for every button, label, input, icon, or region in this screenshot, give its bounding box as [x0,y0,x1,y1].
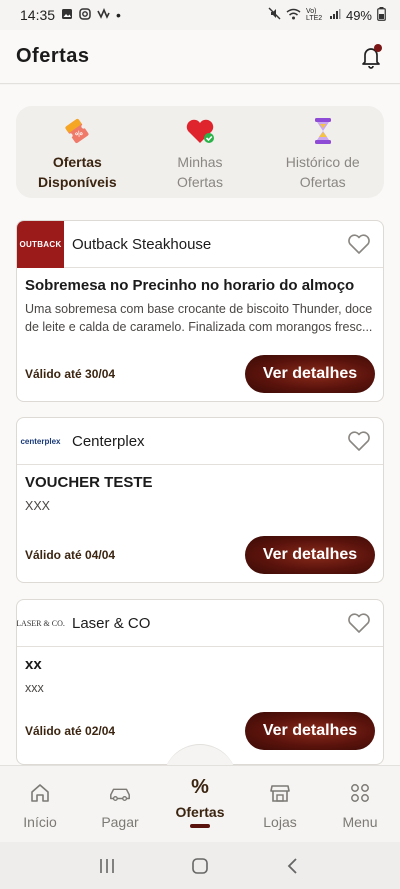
nav-label: Pagar [101,814,139,830]
offer-card[interactable]: OUTBACK Outback Steakhouse Sobremesa no … [16,220,384,402]
offers-content: % Ofertas Disponíveis Minhas Ofertas His… [0,85,400,765]
store-logo: centerplex [17,418,64,465]
nav-label: Menu [342,814,378,830]
back-button[interactable] [281,854,305,878]
offer-card-header: LASER & CO. Laser & CO [17,600,383,647]
offer-categories: % Ofertas Disponíveis Minhas Ofertas His… [16,106,384,198]
page-title: Ofertas [16,45,90,67]
ticket-icon: % [60,116,94,146]
offer-card-header: OUTBACK Outback Steakhouse [17,221,383,268]
home-icon [28,782,52,804]
wifi-icon [286,8,301,23]
battery-icon [377,6,386,24]
store-icon [268,782,292,804]
favorite-heart-icon[interactable] [347,233,371,255]
status-bar: 14:35 • Vo) LTE2 49% [0,0,400,30]
store-name: Laser & CO [72,614,151,632]
category-my-offers[interactable]: Minhas Ofertas [139,106,262,198]
nav-label: Lojas [263,814,297,830]
bottom-nav: Início Pagar % Ofertas Lojas Menu [0,765,400,842]
nav-item-lojas[interactable]: Lojas [240,766,320,842]
recent-apps-button[interactable] [95,854,119,878]
offer-title: Sobremesa no Precinho no horario do almo… [25,277,355,294]
offer-card[interactable]: centerplex Centerplex VOUCHER TESTE XXX … [16,417,384,583]
store-name: Outback Steakhouse [72,235,212,253]
home-button[interactable] [188,854,212,878]
heart-check-icon [183,116,217,146]
offer-validity: Válido até 30/04 [25,367,116,381]
offer-validity: Válido até 02/04 [25,724,116,738]
category-label: Histórico de Ofertas [285,154,360,190]
category-label: Ofertas Disponíveis [38,154,117,190]
notification-badge [374,43,382,52]
store-logo: LASER & CO. [16,600,65,647]
gallery-icon [61,8,73,23]
clock: 14:35 [20,7,56,23]
store-name: Centerplex [72,432,145,450]
offer-card-header: centerplex Centerplex [17,418,383,465]
offer-card[interactable]: LASER & CO. Laser & CO xx xxx Válido até… [16,599,384,765]
nav-item-menu[interactable]: Menu [320,766,400,842]
store-logo-text: OUTBACK [19,239,62,249]
offer-description: xxx [25,681,44,695]
car-icon [108,782,132,804]
favorite-heart-icon[interactable] [347,612,371,634]
view-details-button[interactable]: Ver detalhes [245,536,375,574]
offer-description: XXX [25,499,51,513]
category-available-offers[interactable]: % Ofertas Disponíveis [16,106,139,198]
category-label: Minhas Ofertas [177,154,223,190]
activity-icon [97,7,110,23]
notifications-button[interactable] [358,43,384,70]
instagram-icon [79,7,91,23]
offer-title: VOUCHER TESTE [25,474,153,491]
store-logo-text: centerplex [20,436,61,446]
view-details-button[interactable]: Ver detalhes [245,355,375,393]
nav-item-pagar[interactable]: Pagar [80,766,160,842]
category-offer-history[interactable]: Histórico de Ofertas [261,106,384,198]
network-label: Vo) LTE2 [305,8,323,22]
offer-description: Uma sobremesa com base crocante de bisco… [25,302,373,334]
active-tab-indicator [190,824,210,828]
percent-icon: % [191,776,209,798]
signal-icon [329,8,341,23]
notification-dot: • [116,7,121,23]
nav-label: Ofertas [175,804,225,820]
app-header: Ofertas [0,30,400,84]
system-nav-bar [0,842,400,889]
offer-title: xx [25,656,42,673]
nav-item-inicio[interactable]: Início [0,766,80,842]
offer-validity: Válido até 04/04 [25,548,116,562]
store-logo-text: LASER & CO. [16,618,65,628]
grid-icon [348,782,372,804]
favorite-heart-icon[interactable] [347,430,371,452]
hourglass-icon [306,116,340,146]
view-details-button[interactable]: Ver detalhes [245,712,375,750]
nav-label: Início [23,814,57,830]
store-logo: OUTBACK [17,221,64,268]
mute-icon [268,7,281,23]
battery-level: 49% [345,7,372,23]
nav-item-ofertas[interactable]: % Ofertas [160,766,240,842]
